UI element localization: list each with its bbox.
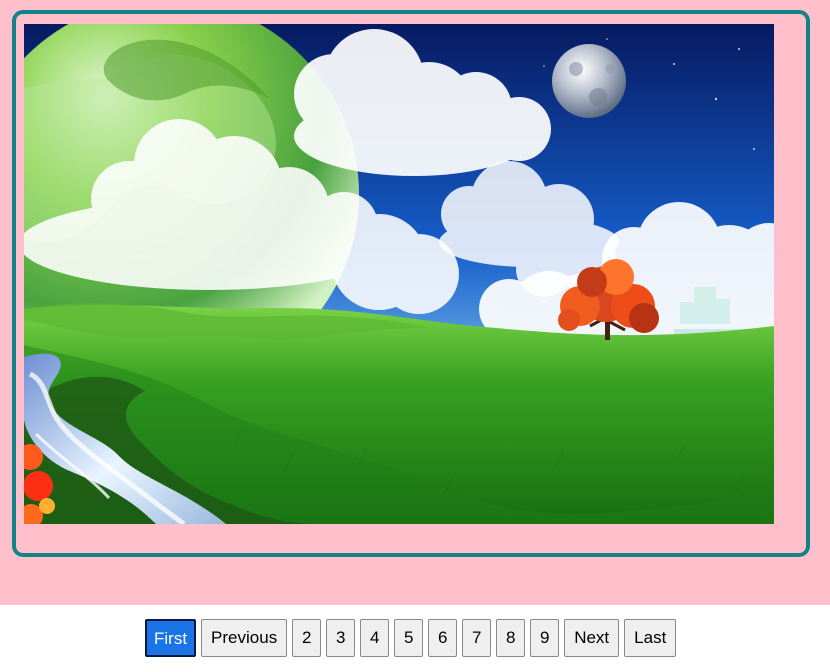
pagination: First Previous 2 3 4 5 6 7 8 9 Next Last <box>145 619 677 657</box>
landscape-illustration <box>24 24 774 524</box>
pagination-page-7-button[interactable]: 7 <box>462 619 492 657</box>
landscape-image <box>24 24 774 524</box>
pagination-previous-button[interactable]: Previous <box>201 619 288 657</box>
pagination-first-button[interactable]: First <box>145 619 197 657</box>
pagination-next-button[interactable]: Next <box>564 619 620 657</box>
moon <box>552 44 626 118</box>
pagination-page-6-button[interactable]: 6 <box>428 619 458 657</box>
pagination-page-2-button[interactable]: 2 <box>292 619 322 657</box>
pagination-page-5-button[interactable]: 5 <box>394 619 424 657</box>
pagination-page-4-button[interactable]: 4 <box>360 619 390 657</box>
pagination-page-9-button[interactable]: 9 <box>530 619 560 657</box>
pagination-page-8-button[interactable]: 8 <box>496 619 526 657</box>
gallery-page: First Previous 2 3 4 5 6 7 8 9 Next Last <box>0 0 830 672</box>
pagination-last-button[interactable]: Last <box>624 619 677 657</box>
pagination-page-3-button[interactable]: 3 <box>326 619 356 657</box>
